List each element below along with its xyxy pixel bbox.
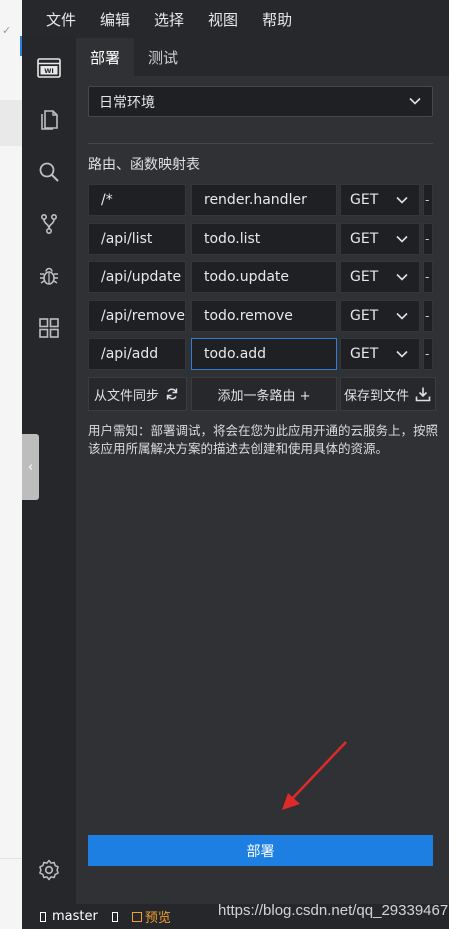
menu-view[interactable]: 视图 [208,9,238,30]
chevron-down-icon [396,350,408,358]
debug-icon[interactable] [35,262,63,290]
user-notice: 用户需知：部署调试，将会在您为此应用开通的云服务上，按照该应用所属解决方案的描述… [88,423,439,456]
ide-window: 文件 编辑 选择 视图 帮助 WI ‹ 部署 测试 日常环境 路由、函数映射表 … [22,0,449,929]
environment-value: 日常环境 [99,94,155,111]
branch-name[interactable]: master [52,909,98,924]
panel-tabs: 部署 测试 [76,38,449,76]
files-icon[interactable] [35,106,63,134]
route-handler-input[interactable]: todo.add [191,338,337,370]
route-path-input[interactable]: /api/remove [88,300,186,332]
route-handler-input[interactable]: render.handler [191,184,337,216]
route-method-select[interactable]: GET [340,223,420,255]
webide-logo-icon[interactable]: WI [35,54,63,82]
remove-route-button[interactable]: - [423,261,433,293]
sync-status-icon[interactable] [111,911,118,922]
extensions-icon[interactable] [35,314,63,342]
menu-bar: 文件 编辑 选择 视图 帮助 [22,0,449,38]
chevron-down-icon [396,312,408,320]
preview-icon [131,911,142,922]
route-handler-input[interactable]: todo.list [191,223,337,255]
check-icon: ✓ [2,24,12,37]
chevron-down-icon [396,273,408,281]
menu-edit[interactable]: 编辑 [100,9,130,30]
chevron-left-icon: ‹ [27,459,34,475]
method-value: GET [350,308,379,324]
route-method-select[interactable]: GET [340,338,420,370]
deploy-button[interactable]: 部署 [88,835,433,866]
chevron-down-icon [396,196,408,204]
remove-route-button[interactable]: - [423,184,433,216]
remove-route-button[interactable]: - [423,223,433,255]
branch-icon [40,911,46,922]
remove-route-button[interactable]: - [423,338,433,370]
route-handler-input[interactable]: todo.remove [191,300,337,332]
watermark: https://blog.csdn.net/qq_29339467 [218,902,449,919]
chevron-down-icon [409,97,421,105]
chevron-down-icon [396,235,408,243]
route-row: /api/update todo.update GET - [88,261,438,293]
routes-title: 路由、函数映射表 [88,157,200,173]
route-actions: 从文件同步 添加一条路由 + 保存到文件 [88,377,438,411]
route-row: /api/remove todo.remove GET - [88,300,438,332]
remove-route-button[interactable]: - [423,300,433,332]
collapse-panel-button[interactable]: ‹ [22,434,39,500]
method-value: GET [350,231,379,247]
tab-deploy[interactable]: 部署 [76,38,135,76]
deploy-panel: 部署 测试 日常环境 路由、函数映射表 /* render.handler GET -… [76,38,449,904]
preview-button[interactable]: 预览 [131,907,171,926]
menu-help[interactable]: 帮助 [262,9,292,30]
route-row: /api/add todo.add GET - [88,338,438,370]
add-route-button[interactable]: 添加一条路由 + [191,377,337,411]
route-row: /api/list todo.list GET - [88,223,438,255]
source-control-icon[interactable] [35,210,63,238]
route-handler-input[interactable]: todo.update [191,261,337,293]
annotation-arrow-icon [282,741,347,810]
svg-text:WI: WI [44,67,54,75]
download-icon [415,386,431,402]
environment-select[interactable]: 日常环境 [88,86,433,117]
route-row: /* render.handler GET - [88,184,438,216]
sync-icon [165,387,179,401]
route-method-select[interactable]: GET [340,184,420,216]
route-method-select[interactable]: GET [340,261,420,293]
divider [0,858,22,859]
save-to-file-button[interactable]: 保存到文件 [340,377,436,411]
tab-test[interactable]: 测试 [134,38,192,76]
method-value: GET [350,192,379,208]
method-value: GET [350,269,379,285]
sync-from-file-button[interactable]: 从文件同步 [88,377,187,411]
sync-label: 从文件同步 [94,388,160,404]
menu-file[interactable]: 文件 [46,9,76,30]
route-method-select[interactable]: GET [340,300,420,332]
route-path-input[interactable]: /api/update [88,261,186,293]
selected-row [0,100,22,146]
method-value: GET [350,346,379,362]
search-icon[interactable] [35,158,63,186]
menu-selection[interactable]: 选择 [154,9,184,30]
route-path-input[interactable]: /* [88,184,186,216]
background-editor-strip: ✓ [0,0,22,929]
route-path-input[interactable]: /api/list [88,223,186,255]
settings-icon[interactable] [35,856,63,884]
preview-label: 预览 [144,911,171,926]
route-path-input[interactable]: /api/add [88,338,186,370]
save-label: 保存到文件 [344,388,410,404]
divider [88,143,433,144]
